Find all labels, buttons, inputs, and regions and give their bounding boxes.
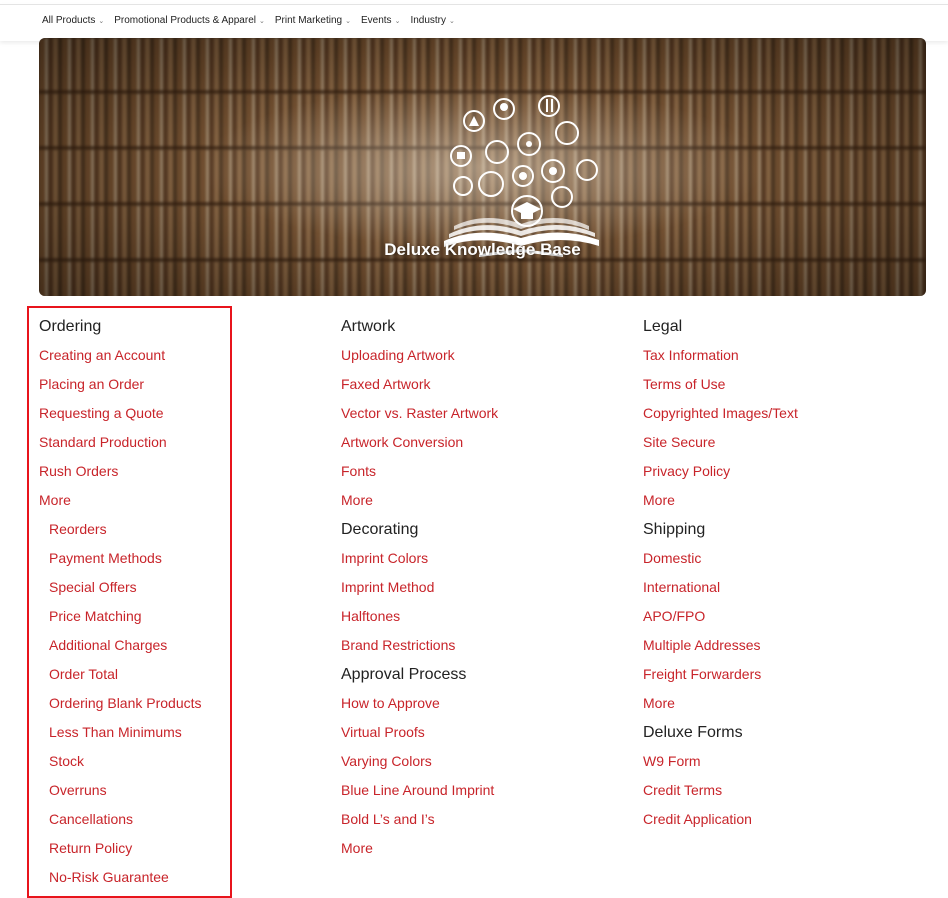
section-title-artwork: Artwork (341, 318, 396, 335)
link-domestic[interactable]: Domestic (643, 544, 798, 573)
link-site-secure[interactable]: Site Secure (643, 428, 798, 457)
link-uploading-artwork[interactable]: Uploading Artwork (341, 341, 498, 370)
link-imprint-colors[interactable]: Imprint Colors (341, 544, 498, 573)
hero-banner: Deluxe Knowledge Base (39, 38, 926, 296)
section-title-approval-process: Approval Process (341, 666, 467, 683)
link-how-to-approve[interactable]: How to Approve (341, 689, 498, 718)
link-freight-forwarders[interactable]: Freight Forwarders (643, 660, 798, 689)
nav-item-label: Events (360, 15, 392, 26)
link-halftones[interactable]: Halftones (341, 602, 498, 631)
link-artwork-more[interactable]: More (341, 486, 498, 515)
nav-item-label: Promotional Products & Apparel (114, 15, 256, 26)
nav-item-label: All Products (42, 15, 96, 26)
artwork-column: Artwork Uploading Artwork Faxed Artwork … (341, 312, 498, 863)
section-title-decorating: Decorating (341, 521, 419, 538)
link-approval-more[interactable]: More (341, 834, 498, 863)
link-privacy-policy[interactable]: Privacy Policy (643, 457, 798, 486)
nav-item-promotional-products[interactable]: Promotional Products & Apparel ⌄ (114, 15, 265, 26)
chevron-down-icon: ⌄ (258, 17, 265, 25)
link-credit-terms[interactable]: Credit Terms (643, 776, 798, 805)
link-credit-application[interactable]: Credit Application (643, 805, 798, 834)
link-apo-fpo[interactable]: APO/FPO (643, 602, 798, 631)
chevron-down-icon: ⌄ (98, 17, 105, 25)
link-copyrighted-images[interactable]: Copyrighted Images/Text (643, 399, 798, 428)
link-faxed-artwork[interactable]: Faxed Artwork (341, 370, 498, 399)
legal-column: Legal Tax Information Terms of Use Copyr… (643, 312, 798, 834)
link-w9-form[interactable]: W9 Form (643, 747, 798, 776)
link-bold-ls-and-is[interactable]: Bold L’s and I’s (341, 805, 498, 834)
chevron-down-icon: ⌄ (394, 17, 401, 25)
top-nav: All Products ⌄ Promotional Products & App… (0, 4, 948, 41)
link-legal-more[interactable]: More (643, 486, 798, 515)
nav-menu: All Products ⌄ Promotional Products & App… (42, 15, 465, 26)
link-international[interactable]: International (643, 573, 798, 602)
link-vector-vs-raster[interactable]: Vector vs. Raster Artwork (341, 399, 498, 428)
link-blue-line-around-imprint[interactable]: Blue Line Around Imprint (341, 776, 498, 805)
nav-item-events[interactable]: Events ⌄ (361, 15, 400, 26)
link-imprint-method[interactable]: Imprint Method (341, 573, 498, 602)
section-title-shipping: Shipping (643, 521, 706, 538)
nav-item-industry[interactable]: Industry ⌄ (410, 15, 454, 26)
nav-item-label: Print Marketing (274, 15, 343, 26)
link-fonts[interactable]: Fonts (341, 457, 498, 486)
link-shipping-more[interactable]: More (643, 689, 798, 718)
chevron-down-icon: ⌄ (345, 17, 351, 25)
nav-item-print-marketing[interactable]: Print Marketing ⌄ (275, 15, 351, 26)
link-artwork-conversion[interactable]: Artwork Conversion (341, 428, 498, 457)
link-tax-information[interactable]: Tax Information (643, 341, 798, 370)
link-terms-of-use[interactable]: Terms of Use (643, 370, 798, 399)
section-title-legal: Legal (643, 318, 683, 335)
link-virtual-proofs[interactable]: Virtual Proofs (341, 718, 498, 747)
nav-item-all-products[interactable]: All Products ⌄ (42, 15, 104, 26)
link-multiple-addresses[interactable]: Multiple Addresses (643, 631, 798, 660)
nav-item-label: Industry (410, 15, 447, 26)
knowledge-book-icon (444, 95, 599, 257)
link-brand-restrictions[interactable]: Brand Restrictions (341, 631, 498, 660)
hero-title: Deluxe Knowledge Base (384, 240, 581, 259)
chevron-down-icon: ⌄ (449, 17, 455, 25)
highlight-box (27, 306, 232, 898)
section-title-deluxe-forms: Deluxe Forms (643, 724, 743, 741)
link-varying-colors[interactable]: Varying Colors (341, 747, 498, 776)
